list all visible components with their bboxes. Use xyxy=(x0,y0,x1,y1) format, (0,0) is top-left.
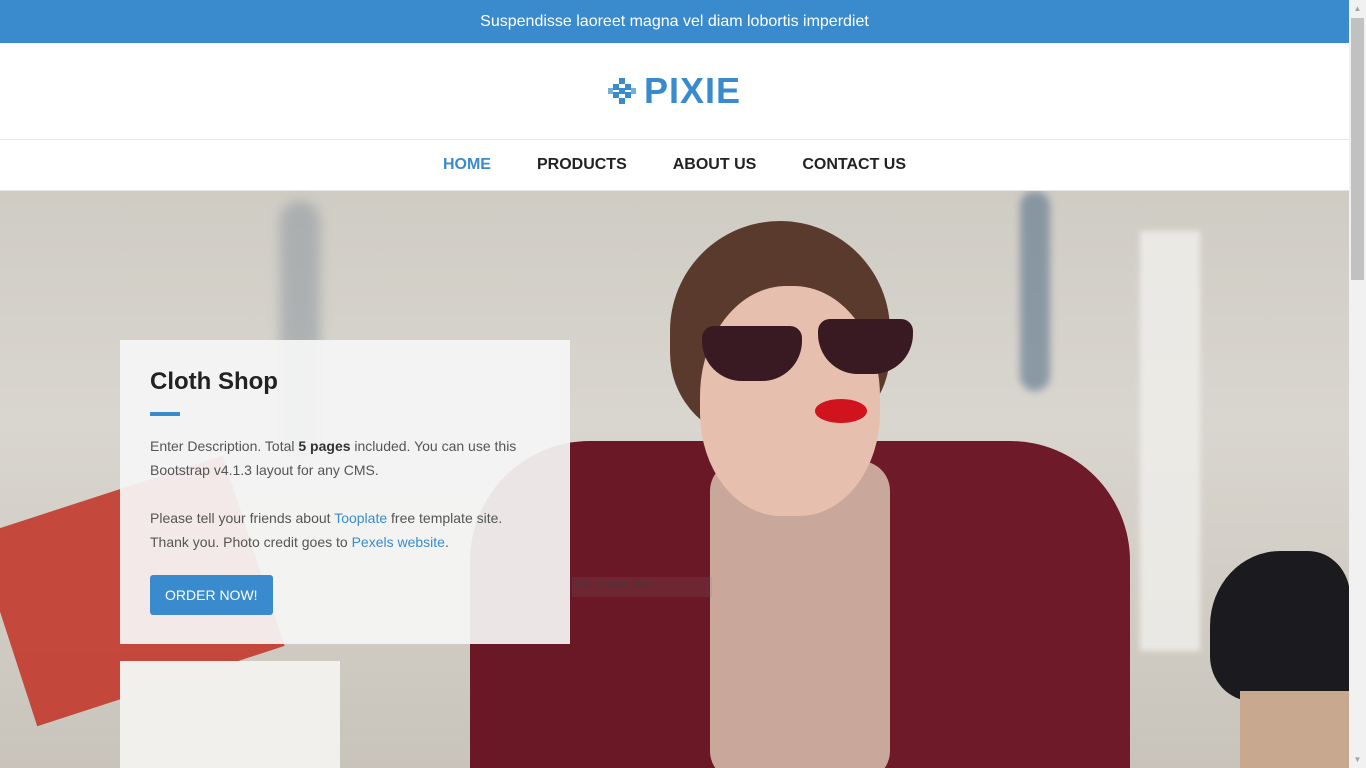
scroll-up-arrow-icon[interactable]: ▲ xyxy=(1349,0,1366,17)
hero-photo-shape xyxy=(1140,231,1200,651)
desc-text: Enter Description. Total xyxy=(150,438,299,454)
scrollbar-thumb[interactable] xyxy=(1351,18,1364,280)
hero-photo-shape xyxy=(1240,691,1349,768)
pexels-link[interactable]: Pexels website xyxy=(352,534,445,550)
hero-photo-shape xyxy=(1210,551,1349,701)
hero-photo-shape xyxy=(120,661,340,768)
site-header: PIXIE xyxy=(0,43,1349,140)
main-nav: HOME PRODUCTS ABOUT US CONTACT US xyxy=(0,140,1349,191)
nav-item-about-us[interactable]: ABOUT US xyxy=(650,156,780,174)
nav-item-contact-us[interactable]: CONTACT US xyxy=(779,156,929,174)
logo-text: PIXIE xyxy=(643,70,742,111)
credits-text: . xyxy=(444,534,449,550)
hero-title: Cloth Shop xyxy=(150,368,278,395)
announcement-bar: Suspendisse laoreet magna vel diam lobor… xyxy=(0,0,1349,43)
hero-photo-shape xyxy=(1020,191,1050,391)
hero-card: Cloth Shop Enter Description. Total 5 pa… xyxy=(120,340,570,644)
desc-bold: 5 pages xyxy=(298,438,351,454)
hero-photo-shape xyxy=(815,399,867,423)
page-scrollbar[interactable]: ▲ ▼ xyxy=(1349,0,1366,768)
nav-item-products[interactable]: PRODUCTS xyxy=(514,156,650,174)
pixel-diamond-icon xyxy=(607,78,636,104)
credits-text: Please tell your friends about xyxy=(150,510,335,526)
page: Suspendisse laoreet magna vel diam lobor… xyxy=(0,0,1349,768)
site-logo[interactable]: PIXIE xyxy=(607,70,742,112)
order-now-button[interactable]: ORDER NOW! xyxy=(150,575,273,615)
nav-item-home[interactable]: HOME xyxy=(420,156,514,174)
announcement-text: Suspendisse laoreet magna vel diam lobor… xyxy=(480,12,869,30)
hero-banner: Cloth Shop Enter Description. Total 5 pa… xyxy=(0,191,1349,768)
scroll-down-arrow-icon[interactable]: ▼ xyxy=(1349,751,1366,768)
tooplate-link[interactable]: Tooplate xyxy=(334,510,387,526)
screen-snip-overlay: Full-screen Snip xyxy=(572,577,712,597)
hero-credits: Please tell your friends about Tooplate … xyxy=(150,506,540,554)
title-underline xyxy=(150,412,180,416)
hero-description: Enter Description. Total 5 pages include… xyxy=(150,434,540,482)
